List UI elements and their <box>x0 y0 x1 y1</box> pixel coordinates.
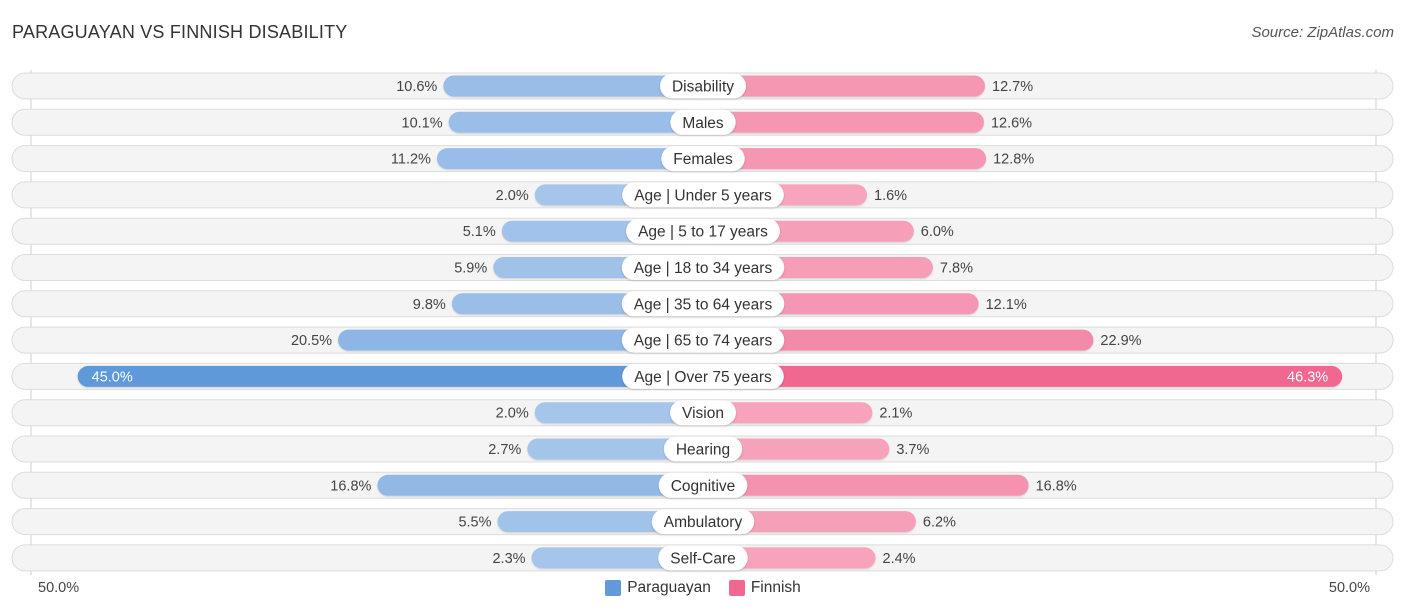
bar-finnish[interactable] <box>703 474 1029 496</box>
chart-row: 20.5% 22.9% Age | 65 to 74 years <box>11 326 1394 354</box>
category-label: Cognitive <box>671 478 736 495</box>
category-label: Self-Care <box>670 550 735 567</box>
value-label-finnish: 12.7% <box>992 79 1033 95</box>
bar-paraguayan[interactable] <box>77 365 703 387</box>
category-label: Age | Over 75 years <box>634 369 772 386</box>
value-label-paraguayan: 10.1% <box>402 115 443 131</box>
value-label-finnish: 12.6% <box>991 115 1032 131</box>
diverging-bar-chart: 10.6% 12.7% Disability 10.1% 12.6% Males 11.2%… <box>11 70 1394 575</box>
value-label-finnish: 12.8% <box>993 152 1034 168</box>
legend-item-finnish[interactable]: Finnish <box>728 579 801 597</box>
value-label-paraguayan: 16.8% <box>330 478 371 494</box>
chart-row: 2.0% 1.6% Age | Under 5 years <box>11 181 1394 209</box>
value-label-paraguayan: 2.3% <box>492 551 525 567</box>
value-label-paraguayan: 5.5% <box>458 515 491 531</box>
chart-row: 2.3% 2.4% Self-Care <box>11 544 1394 572</box>
category-label: Ambulatory <box>664 514 743 531</box>
chart-row: 10.1% 12.6% Males <box>11 108 1394 136</box>
value-label-paraguayan: 45.0% <box>92 369 133 385</box>
value-label-finnish: 6.2% <box>923 515 956 531</box>
bar-finnish[interactable] <box>703 111 984 133</box>
legend-label-paraguayan: Paraguayan <box>627 579 711 596</box>
value-label-paraguayan: 2.0% <box>496 406 529 422</box>
value-label-paraguayan: 2.0% <box>496 188 529 204</box>
bar-paraguayan[interactable] <box>377 474 703 496</box>
value-label-finnish: 12.1% <box>986 297 1027 313</box>
legend-label-finnish: Finnish <box>750 579 801 596</box>
bar-paraguayan[interactable] <box>448 111 703 133</box>
chart-row: 16.8% 16.8% Cognitive <box>11 471 1394 499</box>
chart-row: 2.7% 3.7% Hearing <box>11 435 1394 463</box>
value-label-paraguayan: 20.5% <box>291 333 332 349</box>
chart-row: 5.5% 6.2% Ambulatory <box>11 508 1394 536</box>
value-label-finnish: 2.1% <box>879 406 912 422</box>
value-label-paraguayan: 5.9% <box>454 261 487 277</box>
value-label-finnish: 16.8% <box>1036 478 1077 494</box>
value-label-finnish: 7.8% <box>940 261 973 277</box>
bar-finnish[interactable] <box>703 365 1343 387</box>
value-label-finnish: 2.4% <box>883 551 916 567</box>
category-label: Age | 65 to 74 years <box>634 333 773 350</box>
category-label: Age | 35 to 64 years <box>634 296 773 313</box>
value-label-paraguayan: 10.6% <box>396 79 437 95</box>
chart-row: 2.0% 2.1% Vision <box>11 399 1394 427</box>
chart-row: 9.8% 12.1% Age | 35 to 64 years <box>11 290 1394 318</box>
legend: Paraguayan Finnish <box>0 579 1406 597</box>
value-label-finnish: 3.7% <box>896 442 929 458</box>
value-label-finnish: 22.9% <box>1100 333 1141 349</box>
value-label-paraguayan: 11.2% <box>391 152 431 168</box>
value-label-paraguayan: 9.8% <box>413 297 446 313</box>
category-label: Disability <box>672 79 734 96</box>
category-label: Males <box>682 115 724 132</box>
legend-item-paraguayan[interactable]: Paraguayan <box>605 579 711 597</box>
value-label-paraguayan: 2.7% <box>488 442 521 458</box>
category-label: Females <box>673 151 733 168</box>
category-label: Age | 5 to 17 years <box>638 224 768 241</box>
category-label: Age | Under 5 years <box>634 187 772 204</box>
chart-row: 5.9% 7.8% Age | 18 to 34 years <box>11 254 1394 281</box>
legend-swatch-finnish <box>728 580 745 596</box>
value-label-finnish: 1.6% <box>874 188 907 204</box>
chart-row: 11.2% 12.8% Females <box>11 145 1394 173</box>
value-label-finnish: 6.0% <box>921 224 954 240</box>
value-label-paraguayan: 5.1% <box>463 224 496 240</box>
category-label: Vision <box>682 405 724 422</box>
category-label: Hearing <box>676 442 730 459</box>
bar-finnish[interactable] <box>703 148 987 170</box>
chart-row: 10.6% 12.7% Disability <box>11 72 1394 100</box>
chart-row: 45.0% 46.3% Age | Over 75 years <box>11 362 1394 390</box>
value-label-finnish: 46.3% <box>1287 369 1328 385</box>
legend-swatch-paraguayan <box>605 580 622 596</box>
chart-row: 5.1% 6.0% Age | 5 to 17 years <box>11 217 1394 245</box>
category-label: Age | 18 to 34 years <box>634 260 773 277</box>
